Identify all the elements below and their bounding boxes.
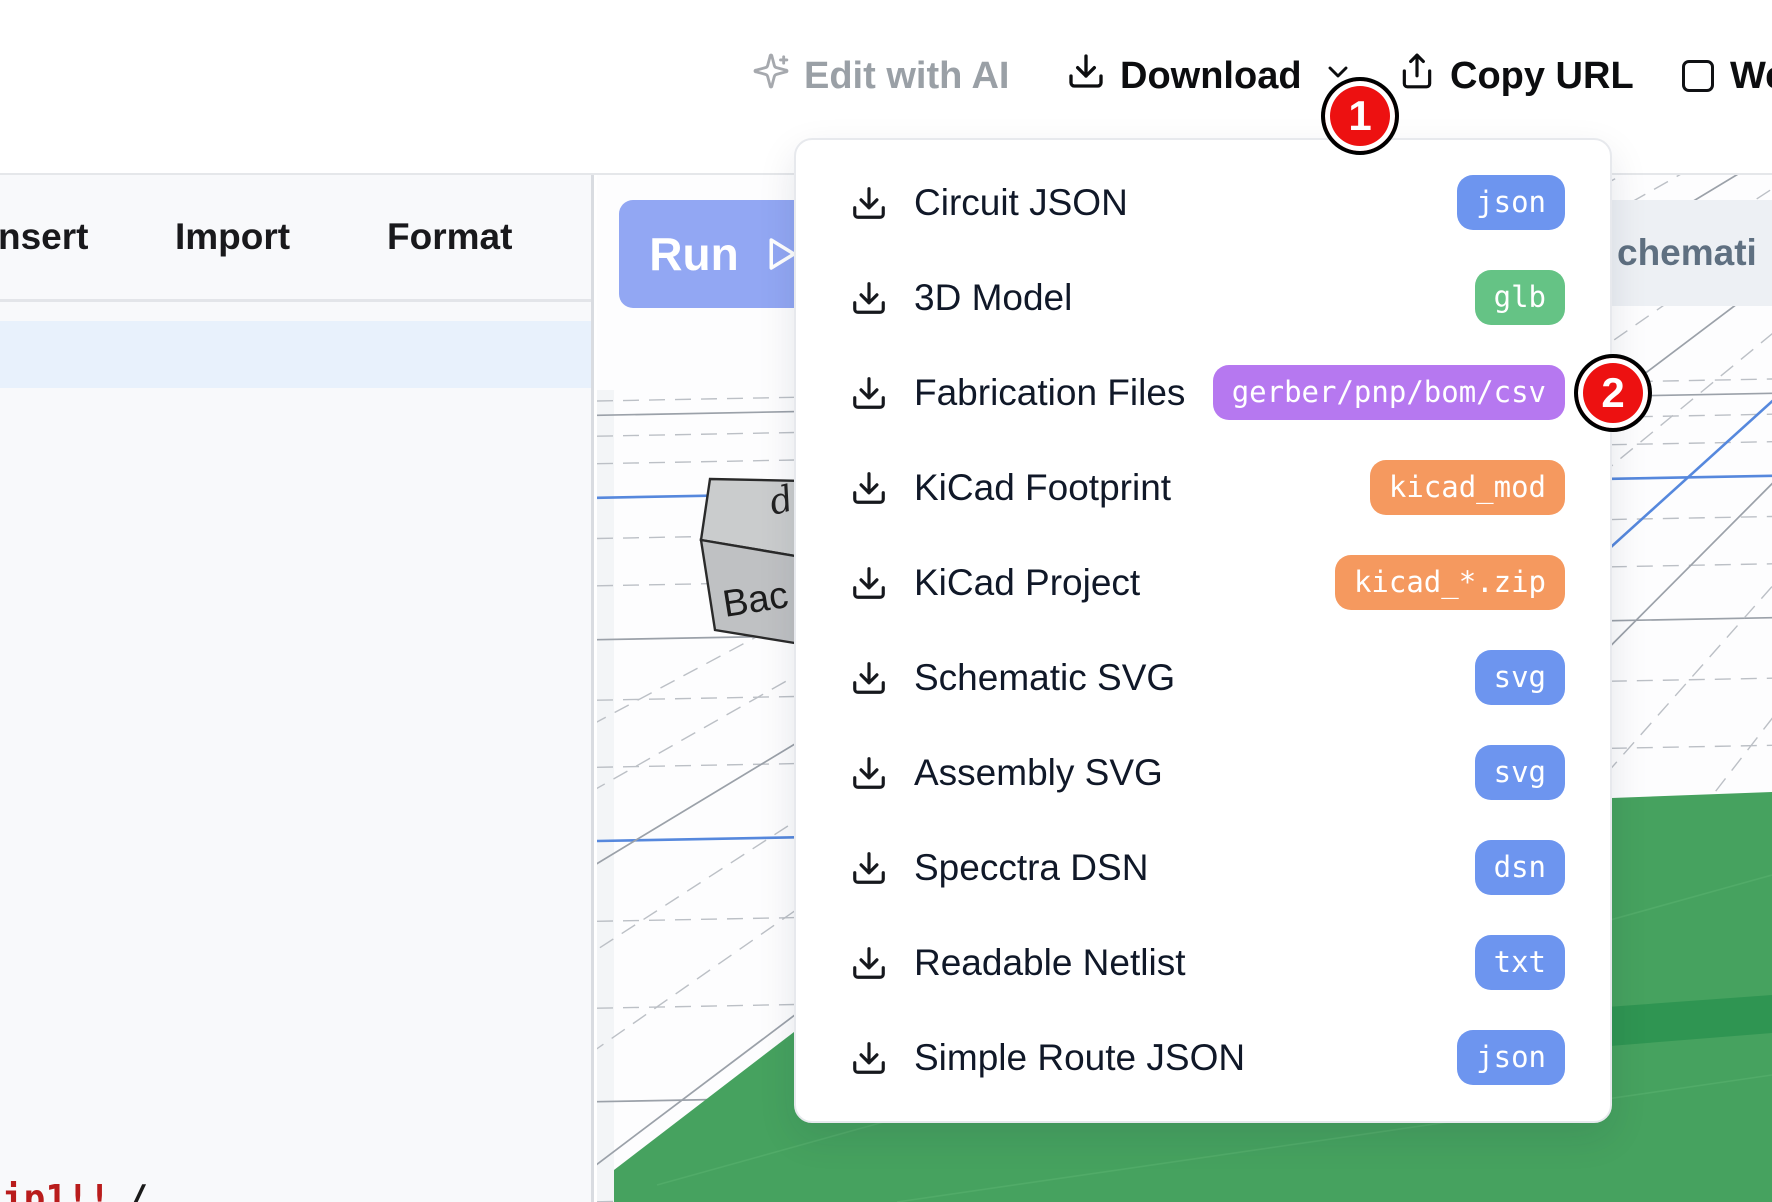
tab-schematic-label: chemati xyxy=(1617,232,1757,274)
menu-item-label: Simple Route JSON xyxy=(914,1037,1457,1079)
annotation-circle-1: 1 xyxy=(1321,77,1399,155)
editor-menubar: nsert Import Format xyxy=(0,175,591,302)
download-label: Download xyxy=(1120,55,1302,98)
menu-item-label: Specctra DSN xyxy=(914,847,1475,889)
format-badge: txt xyxy=(1475,935,1565,989)
annotation-circle-2: 2 xyxy=(1574,354,1652,432)
web-checkbox-control[interactable]: We xyxy=(1682,40,1772,112)
menu-item-label: Fabrication Files xyxy=(914,372,1213,414)
share-icon xyxy=(1398,52,1436,100)
menu-item-assembly-svg[interactable]: Assembly SVG svg xyxy=(796,725,1610,820)
checkbox-icon[interactable] xyxy=(1682,60,1714,92)
menu-item-label: Circuit JSON xyxy=(914,182,1457,224)
pane-divider[interactable] xyxy=(591,175,594,1202)
editor-code-fragment: ip1!!/ xyxy=(2,1178,148,1202)
menu-item-label: Assembly SVG xyxy=(914,752,1475,794)
menu-item-label: KiCad Footprint xyxy=(914,467,1370,509)
download-icon xyxy=(1066,51,1106,101)
menu-item-fabrication-files[interactable]: Fabrication Files gerber/pnp/bom/csv xyxy=(796,345,1610,440)
menu-import[interactable]: Import xyxy=(175,216,290,258)
editor-highlighted-line[interactable] xyxy=(0,321,591,388)
menu-item-3d-model[interactable]: 3D Model glb xyxy=(796,250,1610,345)
format-badge: json xyxy=(1457,1030,1565,1084)
download-icon xyxy=(850,659,888,697)
menu-format[interactable]: Format xyxy=(387,216,512,258)
copy-url-label: Copy URL xyxy=(1450,55,1634,98)
download-icon xyxy=(850,564,888,602)
format-badge: gerber/pnp/bom/csv xyxy=(1213,365,1565,419)
menu-item-kicad-footprint[interactable]: KiCad Footprint kicad_mod xyxy=(796,440,1610,535)
run-label: Run xyxy=(649,227,738,281)
menu-item-label: 3D Model xyxy=(914,277,1475,319)
download-button[interactable]: Download xyxy=(1066,40,1354,112)
tab-schematic-truncated[interactable]: chemati xyxy=(1612,200,1772,306)
component-box-3d: d Bac xyxy=(701,478,807,645)
format-badge: glb xyxy=(1475,270,1565,324)
menu-item-readable-netlist[interactable]: Readable Netlist txt xyxy=(796,915,1610,1010)
annotation-number: 2 xyxy=(1601,369,1624,417)
download-icon xyxy=(850,184,888,222)
menu-item-label: Schematic SVG xyxy=(914,657,1475,699)
scene-left-gutter xyxy=(597,390,614,1202)
download-icon xyxy=(850,754,888,792)
copy-url-button[interactable]: Copy URL xyxy=(1398,40,1634,112)
format-badge: svg xyxy=(1475,650,1565,704)
format-badge: svg xyxy=(1475,745,1565,799)
menu-insert-truncated[interactable]: nsert xyxy=(0,216,88,258)
download-dropdown-menu: Circuit JSON json 3D Model glb Fabricati… xyxy=(794,138,1612,1123)
menu-item-schematic-svg[interactable]: Schematic SVG svg xyxy=(796,630,1610,725)
edit-with-ai-label: Edit with AI xyxy=(804,55,1009,98)
annotation-number: 1 xyxy=(1348,92,1371,140)
download-icon xyxy=(850,374,888,412)
sparkles-icon xyxy=(752,52,790,100)
format-badge: dsn xyxy=(1475,840,1565,894)
format-badge: json xyxy=(1457,175,1565,229)
download-icon xyxy=(850,469,888,507)
format-badge: kicad_*.zip xyxy=(1335,555,1565,609)
download-icon xyxy=(850,279,888,317)
download-icon xyxy=(850,849,888,887)
menu-item-circuit-json[interactable]: Circuit JSON json xyxy=(796,155,1610,250)
menu-item-simple-route-json[interactable]: Simple Route JSON json xyxy=(796,1010,1610,1105)
edit-with-ai-button[interactable]: Edit with AI xyxy=(752,40,1009,112)
menu-item-label: Readable Netlist xyxy=(914,942,1475,984)
menu-item-label: KiCad Project xyxy=(914,562,1335,604)
menu-item-specctra-dsn[interactable]: Specctra DSN dsn xyxy=(796,820,1610,915)
download-icon xyxy=(850,944,888,982)
code-editor-pane[interactable]: nsert Import Format ip1!!/ xyxy=(0,175,591,1202)
menu-item-kicad-project[interactable]: KiCad Project kicad_*.zip xyxy=(796,535,1610,630)
download-icon xyxy=(850,1039,888,1077)
web-toggle-label: We xyxy=(1730,55,1772,98)
format-badge: kicad_mod xyxy=(1370,460,1565,514)
